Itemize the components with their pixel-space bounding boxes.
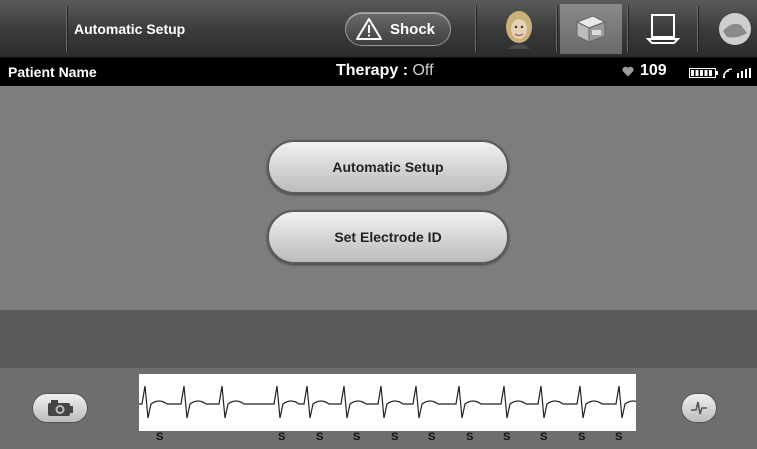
- sense-marker: S: [615, 431, 623, 443]
- sense-marker: S: [353, 431, 361, 443]
- sense-marker: S: [316, 431, 324, 443]
- toolbar-divider: [627, 6, 628, 52]
- heart-icon: [622, 66, 634, 76]
- patient-photo-icon[interactable]: [490, 8, 548, 50]
- warning-triangle-icon: [356, 18, 382, 40]
- sense-marker: S: [391, 431, 399, 443]
- shock-label: Shock: [390, 20, 436, 38]
- therapy-label: Therapy :: [336, 62, 413, 79]
- ecg-button[interactable]: [681, 393, 717, 423]
- top-toolbar: Automatic Setup Shock: [0, 0, 757, 58]
- sense-markers: SSSSSSSSSSS: [139, 431, 636, 449]
- snapshot-button[interactable]: [32, 393, 88, 423]
- programmer-box-icon[interactable]: [560, 4, 622, 54]
- sense-marker: S: [578, 431, 586, 443]
- sense-marker: S: [428, 431, 436, 443]
- heart-rate: 109: [622, 62, 667, 80]
- status-bar: Patient Name Therapy : Off 109: [0, 58, 757, 86]
- ecg-waveform-icon: [691, 401, 707, 415]
- shock-button[interactable]: Shock: [345, 12, 451, 46]
- sense-marker: S: [278, 431, 286, 443]
- main-panel: Automatic Setup Set Electrode ID: [0, 86, 757, 310]
- camera-icon: [48, 400, 73, 416]
- heart-rate-value: 109: [640, 62, 667, 79]
- sense-marker: S: [156, 431, 164, 443]
- patient-name: Patient Name: [8, 64, 97, 80]
- sense-marker: S: [503, 431, 511, 443]
- set-electrode-id-button[interactable]: Set Electrode ID: [267, 210, 509, 264]
- battery-telemetry-icon: [689, 66, 757, 84]
- ecg-waveform: [139, 385, 643, 419]
- automatic-setup-button[interactable]: Automatic Setup: [267, 140, 509, 194]
- screen: Automatic Setup Shock Patient Name Thera…: [0, 0, 757, 449]
- therapy-status: Therapy : Off: [336, 62, 434, 80]
- ecg-panel: SSSSSSSSSSS: [0, 368, 757, 449]
- divider-band: [0, 310, 757, 368]
- toolbar-divider: [66, 6, 67, 52]
- handshake-icon[interactable]: [708, 8, 757, 50]
- ecg-strip: [139, 374, 643, 431]
- toolbar-divider: [697, 6, 698, 52]
- computer-screen-icon[interactable]: [634, 8, 690, 50]
- sense-marker: S: [466, 431, 474, 443]
- toolbar-divider: [475, 6, 476, 52]
- sense-marker: S: [540, 431, 548, 443]
- toolbar-divider: [556, 6, 557, 52]
- therapy-value: Off: [412, 62, 434, 79]
- toolbar-title: Automatic Setup: [74, 21, 186, 37]
